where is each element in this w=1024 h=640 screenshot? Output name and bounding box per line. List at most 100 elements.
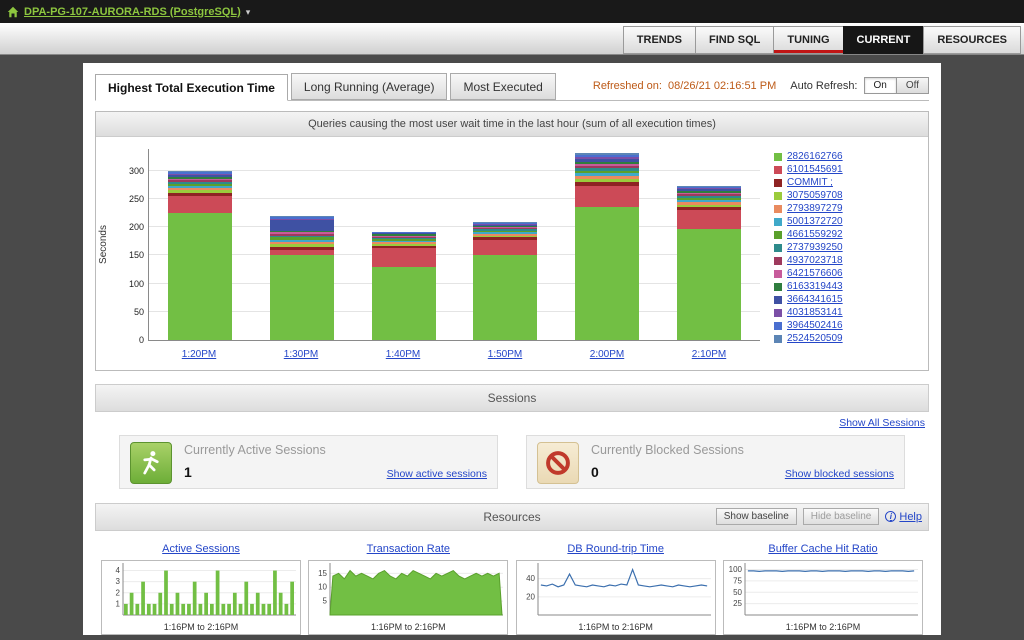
legend-link[interactable]: 4937023718 — [787, 255, 843, 266]
legend-link[interactable]: 5001372720 — [787, 216, 843, 227]
legend-link[interactable]: 3664341615 — [787, 294, 843, 305]
show-baseline-button[interactable]: Show baseline — [716, 508, 797, 525]
stacked-bar-1:30PM[interactable] — [270, 216, 334, 340]
legend-item: 3964502416 — [774, 320, 920, 331]
legend-swatch — [774, 257, 782, 265]
svg-text:2: 2 — [116, 588, 121, 597]
y-tick-label: 250 — [117, 194, 144, 204]
time-link-1:40PM[interactable]: 1:40PM — [386, 349, 420, 360]
legend-swatch — [774, 296, 782, 304]
bar-segment[interactable] — [168, 196, 232, 213]
home-icon — [7, 6, 19, 18]
svg-text:5: 5 — [323, 597, 328, 606]
auto-refresh-off-button[interactable]: Off — [896, 77, 929, 94]
blocked-sessions-title: Currently Blocked Sessions — [591, 443, 894, 457]
nav-tab-find-sql[interactable]: FIND SQL — [695, 26, 774, 54]
stacked-bar-1:20PM[interactable] — [168, 171, 232, 340]
time-link-1:50PM[interactable]: 1:50PM — [488, 349, 522, 360]
active-sessions-link[interactable]: Active Sessions — [162, 543, 240, 555]
y-tick-label: 0 — [117, 335, 144, 345]
bar-segment[interactable] — [473, 255, 537, 340]
svg-text:1: 1 — [116, 599, 121, 608]
stacked-bar-1:50PM[interactable] — [473, 222, 537, 340]
bar-segment[interactable] — [168, 213, 232, 340]
legend-item: 3664341615 — [774, 294, 920, 305]
auto-refresh-on-button[interactable]: On — [864, 77, 897, 94]
legend-link[interactable]: 2737939250 — [787, 242, 843, 253]
bar-segment[interactable] — [575, 186, 639, 207]
nav-tab-tuning[interactable]: TUNING — [773, 26, 843, 54]
legend-swatch — [774, 192, 782, 200]
chevron-down-icon[interactable]: ▾ — [246, 7, 251, 18]
bar-segment[interactable] — [372, 248, 436, 267]
show-active-sessions-link[interactable]: Show active sessions — [387, 468, 487, 480]
mini-chart-box: 20401:16PM to 2:16PM — [516, 560, 716, 635]
legend-item: 4937023718 — [774, 255, 920, 266]
legend-link[interactable]: 4031853141 — [787, 307, 843, 318]
svg-text:20: 20 — [526, 592, 535, 601]
y-tick-label: 300 — [117, 166, 144, 176]
running-man-icon — [130, 442, 172, 484]
show-blocked-sessions-link[interactable]: Show blocked sessions — [785, 468, 894, 480]
nav-tab-resources[interactable]: RESOURCES — [923, 26, 1021, 54]
stacked-bar-2:10PM[interactable] — [677, 186, 741, 340]
stacked-bar-2:00PM[interactable] — [575, 153, 639, 340]
subtab-most-executed[interactable]: Most Executed — [450, 73, 555, 100]
legend-swatch — [774, 205, 782, 213]
nav-tab-trends[interactable]: TRENDS — [623, 26, 696, 54]
bar-segment[interactable] — [677, 210, 741, 229]
legend-item: 5001372720 — [774, 216, 920, 227]
legend-link[interactable]: 2524520509 — [787, 333, 843, 344]
legend-link[interactable]: 6163319443 — [787, 281, 843, 292]
mini-chart-svg: 2040 — [517, 561, 713, 617]
bar-segment[interactable] — [372, 267, 436, 340]
legend-item: 2524520509 — [774, 333, 920, 344]
legend-link[interactable]: 4661559292 — [787, 229, 843, 240]
legend-swatch — [774, 244, 782, 252]
database-selector[interactable]: DPA-PG-107-AURORA-RDS (PostgreSQL) — [24, 6, 241, 18]
resource-chart-db-round-trip-time: DB Round-trip Time 20401:16PM to 2:16PM — [516, 539, 716, 635]
x-range-label: 1:16PM to 2:16PM — [309, 622, 507, 634]
legend-link[interactable]: 3964502416 — [787, 320, 843, 331]
bar-segment[interactable] — [270, 255, 334, 340]
page-background: Highest Total Execution TimeLong Running… — [0, 55, 1024, 640]
legend-item: 3075059708 — [774, 190, 920, 201]
subtab-long-running-average-[interactable]: Long Running (Average) — [291, 73, 448, 100]
hide-baseline-button[interactable]: Hide baseline — [803, 508, 880, 525]
time-link-2:00PM[interactable]: 2:00PM — [590, 349, 624, 360]
resource-chart-title: Buffer Cache Hit Ratio — [723, 539, 923, 557]
mini-chart-svg: 1234 — [102, 561, 298, 617]
legend-link[interactable]: 2793897279 — [787, 203, 843, 214]
bar-segment[interactable] — [575, 207, 639, 340]
active-sessions-title: Currently Active Sessions — [184, 443, 487, 457]
help-link[interactable]: i Help — [885, 511, 922, 523]
buffer-cache-hit-ratio-link[interactable]: Buffer Cache Hit Ratio — [768, 543, 877, 555]
stacked-bar-1:40PM[interactable] — [372, 232, 436, 340]
x-range-label: 1:16PM to 2:16PM — [102, 622, 300, 634]
time-link-1:20PM[interactable]: 1:20PM — [182, 349, 216, 360]
legend-link[interactable]: 6421576606 — [787, 268, 843, 279]
svg-text:25: 25 — [733, 599, 742, 608]
legend-link[interactable]: 6101545691 — [787, 164, 843, 175]
legend-link[interactable]: COMMIT ; — [787, 177, 833, 188]
time-link-1:30PM[interactable]: 1:30PM — [284, 349, 318, 360]
legend-link[interactable]: 2826162766 — [787, 151, 843, 162]
svg-text:10: 10 — [318, 583, 327, 592]
resource-chart-title: DB Round-trip Time — [516, 539, 716, 557]
time-link-2:10PM[interactable]: 2:10PM — [692, 349, 726, 360]
subtab-highest-total-execution-time[interactable]: Highest Total Execution Time — [95, 74, 288, 101]
nav-tabs: TRENDSFIND SQLTUNINGCURRENTRESOURCES — [624, 26, 1021, 54]
svg-text:100: 100 — [729, 565, 743, 574]
nav-tab-current[interactable]: CURRENT — [843, 26, 925, 54]
bar-segment[interactable] — [473, 240, 537, 256]
legend-swatch — [774, 322, 782, 330]
show-all-sessions-link[interactable]: Show All Sessions — [839, 417, 925, 429]
x-range-label: 1:16PM to 2:16PM — [724, 622, 922, 634]
bar-segment[interactable] — [677, 229, 741, 340]
chart-title: Queries causing the most user wait time … — [96, 112, 928, 137]
transaction-rate-link[interactable]: Transaction Rate — [367, 543, 450, 555]
legend-link[interactable]: 3075059708 — [787, 190, 843, 201]
legend-swatch — [774, 270, 782, 278]
db-round-trip-time-link[interactable]: DB Round-trip Time — [567, 543, 664, 555]
bar-segment[interactable] — [270, 220, 334, 230]
